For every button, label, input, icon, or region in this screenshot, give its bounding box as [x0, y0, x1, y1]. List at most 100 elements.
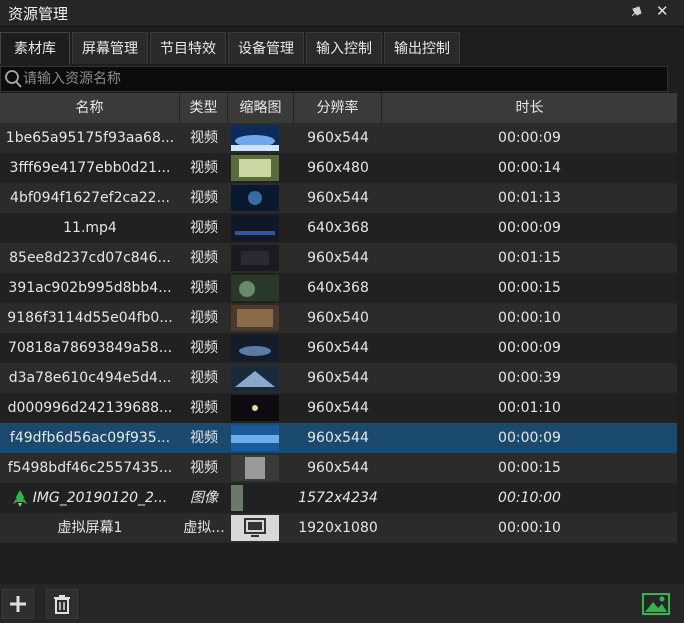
trash-icon [54, 595, 70, 614]
cell-name: 3fff69e4177ebb0d21... [9, 160, 171, 176]
table-row[interactable]: 9186f3114d55e04fb0... 视频 960x540 00:00:1… [0, 303, 677, 333]
window-title: 资源管理 [8, 5, 69, 23]
table-row[interactable]: d000996d242139688... 视频 960x544 00:01:10 [0, 393, 677, 423]
thumbnail-image [231, 455, 279, 481]
cell-resolution: 960x544 [307, 370, 369, 386]
cell-type: 视频 [190, 190, 218, 206]
table-row[interactable]: 11.mp4 视频 640x368 00:00:09 [0, 213, 677, 243]
tab-label: 素材库 [14, 41, 56, 57]
thumbnail-image [231, 425, 279, 451]
cell-thumbnail [228, 213, 294, 243]
tab-device-management[interactable]: 设备管理 [228, 32, 304, 64]
thumbnail-image [231, 365, 279, 391]
cell-duration: 00:01:13 [498, 190, 561, 206]
cell-resolution: 640x368 [307, 220, 369, 236]
tab-program-effects[interactable]: 节目特效 [150, 32, 226, 64]
table-row[interactable]: 虚拟屏幕1 虚拟... 1920x1080 00:00:10 [0, 513, 677, 543]
add-button[interactable] [2, 589, 34, 619]
cell-name: 391ac902b995d8bb4... [8, 280, 172, 296]
cell-name: 9186f3114d55e04fb0... [7, 310, 173, 326]
cell-thumbnail [228, 393, 294, 423]
thumbnail-image [231, 245, 279, 271]
cell-duration: 00:01:10 [498, 400, 561, 416]
cell-type: 视频 [190, 130, 218, 146]
table-row[interactable]: 1be65a95175f93aa68... 视频 960x544 00:00:0… [0, 123, 677, 153]
table-row-selected[interactable]: f49dfb6d56ac09f935... 视频 960x544 00:00:0… [0, 423, 677, 453]
cell-type: 视频 [190, 160, 218, 176]
cell-thumbnail [228, 483, 294, 513]
cell-resolution: 960x480 [307, 160, 369, 176]
cell-thumbnail [228, 153, 294, 183]
cell-duration: 00:00:09 [498, 220, 561, 236]
cell-resolution: 960x544 [307, 400, 369, 416]
thumbnail-image [231, 485, 243, 511]
cell-type: 视频 [190, 400, 218, 416]
cell-resolution: 640x368 [307, 280, 369, 296]
cell-type: 视频 [190, 460, 218, 476]
cell-name: d000996d242139688... [7, 400, 173, 416]
cell-thumbnail [228, 183, 294, 213]
column-header-name[interactable]: 名称 [0, 93, 180, 123]
thumbnail-image [231, 275, 279, 301]
cell-duration: 00:00:15 [498, 460, 561, 476]
tab-output-control[interactable]: 输出控制 [384, 32, 460, 64]
cell-resolution: 960x544 [307, 340, 369, 356]
column-header-duration[interactable]: 时长 [382, 93, 677, 123]
table-row[interactable]: 3fff69e4177ebb0d21... 视频 960x480 00:00:1… [0, 153, 677, 183]
cell-duration: 00:00:10 [498, 520, 561, 536]
cell-duration: 00:00:14 [498, 160, 561, 176]
search-icon [5, 70, 22, 88]
tab-screen-management[interactable]: 屏幕管理 [72, 32, 148, 64]
rocket-icon [12, 490, 27, 507]
cell-duration: 00:00:10 [498, 310, 561, 326]
close-icon[interactable]: ✕ [656, 2, 669, 20]
column-header-thumbnail[interactable]: 缩略图 [228, 93, 294, 123]
cell-name: 11.mp4 [63, 220, 117, 236]
pin-icon[interactable] [628, 4, 644, 20]
thumbnail-image [231, 395, 279, 421]
tab-label: 输出控制 [394, 41, 450, 57]
tab-label: 屏幕管理 [82, 41, 138, 57]
table-row[interactable]: 391ac902b995d8bb4... 视频 640x368 00:00:15 [0, 273, 677, 303]
table-row[interactable]: IMG_20190120_2... 图像 1572x4234 00:10:00 [0, 483, 677, 513]
table-row[interactable]: 85ee8d237cd07c846... 视频 960x544 00:01:15 [0, 243, 677, 273]
cell-name: 85ee8d237cd07c846... [9, 250, 171, 266]
column-header-resolution[interactable]: 分辨率 [294, 93, 382, 123]
cell-name-text: IMG_20190120_2... [32, 490, 168, 506]
cell-type: 视频 [190, 280, 218, 296]
cell-name: 70818a78693849a58... [7, 340, 173, 356]
cell-name: f5498bdf46c2557435... [7, 460, 173, 476]
cell-duration: 00:00:39 [498, 370, 561, 386]
cell-name: f49dfb6d56ac09f935... [9, 430, 171, 446]
table-row[interactable]: 70818a78693849a58... 视频 960x544 00:00:09 [0, 333, 677, 363]
table-row[interactable]: 4bf094f1627ef2ca22... 视频 960x544 00:01:1… [0, 183, 677, 213]
delete-button[interactable] [46, 589, 78, 619]
search-bar [0, 66, 668, 92]
thumbnail-image [231, 185, 279, 211]
thumbnail-image [231, 305, 279, 331]
cell-duration: 00:00:15 [498, 280, 561, 296]
thumbnail-image [231, 155, 279, 181]
vertical-scrollbar[interactable] [677, 93, 684, 584]
cell-duration: 00:00:09 [498, 340, 561, 356]
monitor-icon [231, 515, 279, 541]
column-header-type[interactable]: 类型 [180, 93, 228, 123]
image-button[interactable] [640, 589, 672, 619]
cell-name: d3a78e610c494e5d4... [8, 370, 172, 386]
plus-icon [10, 596, 26, 612]
cell-resolution: 960x544 [307, 190, 369, 206]
cell-resolution: 1572x4234 [298, 490, 378, 506]
table-row[interactable]: d3a78e610c494e5d4... 视频 960x544 00:00:39 [0, 363, 677, 393]
cell-name: IMG_20190120_2... [0, 483, 180, 513]
tab-material-library[interactable]: 素材库 [0, 32, 70, 64]
search-input[interactable] [23, 69, 653, 89]
tab-input-control[interactable]: 输入控制 [306, 32, 382, 64]
cell-thumbnail [228, 363, 294, 393]
cell-thumbnail [228, 333, 294, 363]
table-row[interactable]: f5498bdf46c2557435... 视频 960x544 00:00:1… [0, 453, 677, 483]
cell-thumbnail [228, 513, 294, 543]
tab-label: 输入控制 [316, 41, 372, 57]
cell-duration: 00:10:00 [498, 490, 561, 506]
tab-label: 节目特效 [160, 41, 216, 57]
cell-thumbnail [228, 123, 294, 153]
